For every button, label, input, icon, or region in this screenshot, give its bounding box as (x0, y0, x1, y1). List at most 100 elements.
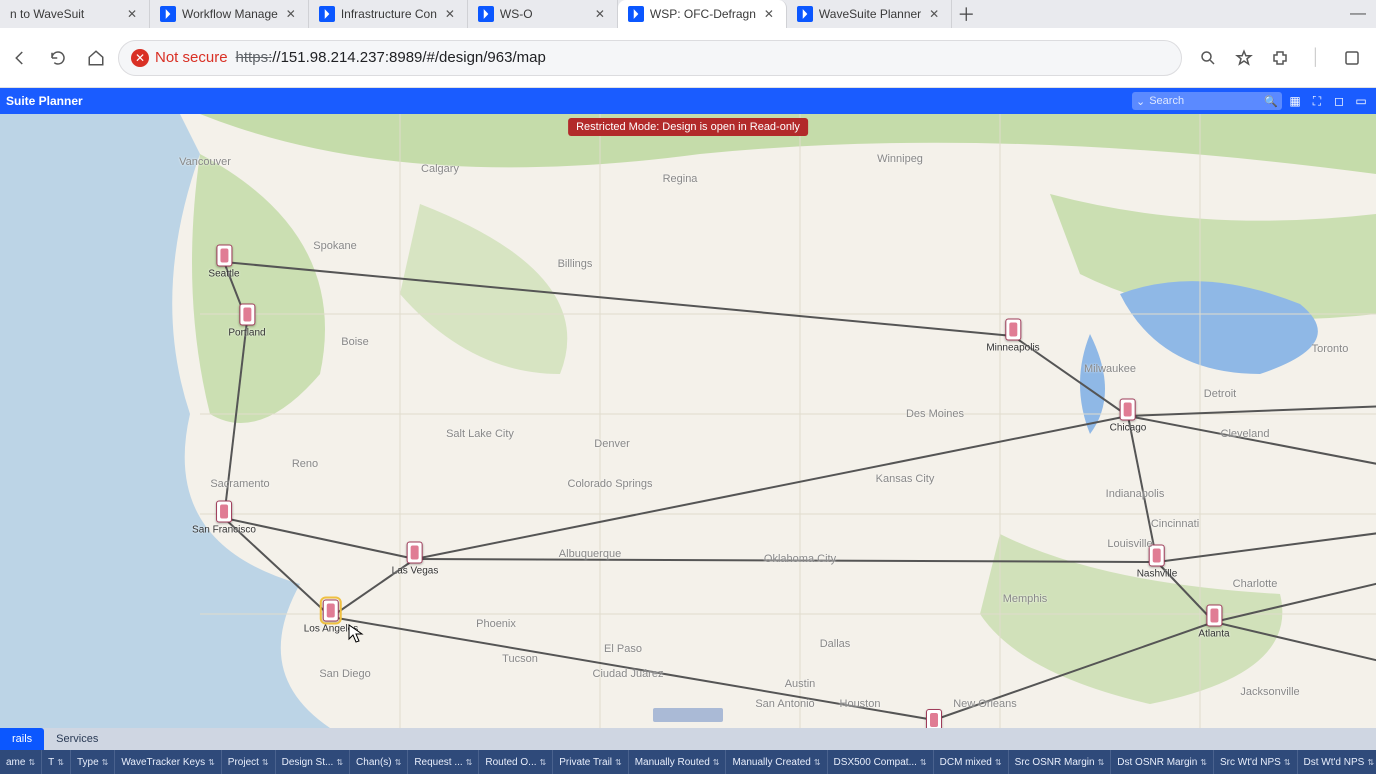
sort-icon: ⇅ (336, 758, 343, 767)
network-node-nashville[interactable]: Nashville (1137, 545, 1178, 580)
column-label: Manually Created (732, 757, 810, 768)
node-icon (216, 245, 232, 267)
url-text: https://151.98.214.237:8989/#/design/963… (236, 49, 546, 66)
column-header[interactable]: Routed O...⇅ (479, 750, 553, 774)
column-header[interactable]: Src Wt'd NPS⇅ (1214, 750, 1298, 774)
column-header[interactable]: DCM mixed⇅ (934, 750, 1009, 774)
close-icon[interactable]: ✕ (593, 7, 607, 21)
node-label: Los Angeles (304, 624, 359, 635)
expand-icon[interactable]: ⛶ (1308, 92, 1326, 110)
back-button[interactable] (4, 42, 36, 74)
browser-tab[interactable]: n to WaveSuit✕ (0, 0, 150, 28)
browser-toolbar: ✕ Not secure https://151.98.214.237:8989… (0, 28, 1376, 88)
column-header[interactable]: Chan(s)⇅ (350, 750, 408, 774)
refresh-button[interactable] (42, 42, 74, 74)
network-node-houston[interactable] (926, 709, 942, 728)
close-icon[interactable]: ✕ (443, 7, 457, 21)
network-node-sanfrancisco[interactable]: San Francisco (192, 501, 256, 536)
panel-tab-rails[interactable]: rails (0, 728, 44, 750)
network-node-seattle[interactable]: Seattle (208, 245, 239, 280)
column-header[interactable]: Project⇅ (222, 750, 276, 774)
address-bar[interactable]: ✕ Not secure https://151.98.214.237:8989… (118, 40, 1182, 76)
network-node-minneapolis[interactable]: Minneapolis (986, 319, 1039, 354)
browser-tab[interactable]: WSP: OFC-Defragn✕ (618, 0, 787, 28)
node-label: Minneapolis (986, 343, 1039, 354)
node-label: Atlanta (1198, 629, 1229, 640)
network-node-lasvegas[interactable]: Las Vegas (392, 542, 439, 577)
column-header[interactable]: Private Trail⇅ (553, 750, 629, 774)
close-icon[interactable]: ✕ (125, 7, 139, 21)
node-icon (1206, 605, 1222, 627)
network-node-chicago[interactable]: Chicago (1110, 399, 1147, 434)
column-header[interactable]: Request ... ⇅ (408, 750, 479, 774)
column-header[interactable]: Manually Created ⇅ (726, 750, 827, 774)
tab-favicon (797, 6, 813, 22)
column-label: Type (77, 757, 99, 768)
divider: │ (1300, 42, 1332, 74)
network-node-losangeles[interactable]: Los Angeles (304, 600, 359, 635)
node-icon (1005, 319, 1021, 341)
column-header[interactable]: Manually Routed⇅ (629, 750, 727, 774)
panel-icon[interactable]: ▭ (1352, 92, 1370, 110)
home-button[interactable] (80, 42, 112, 74)
browser-tab[interactable]: WaveSuite Planner✕ (787, 0, 952, 28)
column-label: DCM mixed (940, 757, 992, 768)
close-icon[interactable]: ✕ (284, 7, 298, 21)
tab-favicon (628, 6, 644, 22)
column-header[interactable]: T⇅ (42, 750, 71, 774)
column-label: Request ... (414, 757, 462, 768)
sort-icon: ⇅ (540, 758, 547, 767)
panel-tabs: railsServices (0, 728, 1376, 750)
node-icon (323, 600, 339, 622)
column-header[interactable]: DSX500 Compat...⇅ (828, 750, 934, 774)
extensions-icon[interactable] (1264, 42, 1296, 74)
sort-icon: ⇅ (466, 758, 473, 767)
column-label: Src OSNR Margin (1015, 757, 1095, 768)
app-search-input[interactable]: ⌄ Search 🔍 (1132, 92, 1282, 110)
profile-icon[interactable] (1336, 42, 1368, 74)
browser-tab[interactable]: Infrastructure Con✕ (309, 0, 468, 28)
close-icon[interactable]: ✕ (927, 7, 941, 21)
node-label: Las Vegas (392, 566, 439, 577)
fullscreen-icon[interactable]: ◻ (1330, 92, 1348, 110)
column-header[interactable]: ame⇅ (0, 750, 42, 774)
column-header[interactable]: WaveTracker Keys⇅ (115, 750, 221, 774)
panel-tab-services[interactable]: Services (44, 728, 110, 750)
browser-tab[interactable]: WS-O✕ (468, 0, 618, 28)
column-label: T (48, 757, 54, 768)
window-minimize-icon[interactable]: — (1340, 0, 1376, 28)
bookmark-star-icon[interactable] (1228, 42, 1260, 74)
tab-favicon (319, 6, 335, 22)
network-node-atlanta[interactable]: Atlanta (1198, 605, 1229, 640)
node-icon (239, 304, 255, 326)
new-tab-button[interactable]: ＋ (952, 0, 980, 28)
browser-tab[interactable]: Workflow Manage✕ (150, 0, 309, 28)
column-header[interactable]: Design St...⇅ (276, 750, 350, 774)
zoom-icon[interactable] (1192, 42, 1224, 74)
network-node-portland[interactable]: Portland (228, 304, 265, 339)
sort-icon: ⇅ (1367, 758, 1374, 767)
browser-tabstrip: n to WaveSuit✕Workflow Manage✕Infrastruc… (0, 0, 1376, 28)
column-label: Src Wt'd NPS (1220, 757, 1281, 768)
grid-view-icon[interactable]: ▦ (1286, 92, 1304, 110)
column-label: DSX500 Compat... (834, 757, 917, 768)
map-svg (0, 114, 1376, 728)
column-header[interactable]: Src OSNR Margin⇅ (1009, 750, 1112, 774)
column-label: Dst Wt'd NPS (1304, 757, 1365, 768)
sort-icon: ⇅ (262, 758, 269, 767)
sort-icon: ⇅ (995, 758, 1002, 767)
security-indicator[interactable]: ✕ Not secure (131, 49, 228, 67)
node-label: Nashville (1137, 569, 1178, 580)
column-header[interactable]: Type⇅ (71, 750, 115, 774)
close-icon[interactable]: ✕ (762, 7, 776, 21)
app-header: Suite Planner ⌄ Search 🔍 ▦ ⛶ ◻ ▭ (0, 88, 1376, 114)
column-label: ame (6, 757, 25, 768)
node-label: Seattle (208, 269, 239, 280)
map-canvas[interactable]: Restricted Mode: Design is open in Read-… (0, 114, 1376, 728)
sort-icon: ⇅ (814, 758, 821, 767)
sort-icon: ⇅ (102, 758, 109, 767)
node-icon (926, 709, 942, 728)
node-icon (1120, 399, 1136, 421)
column-header[interactable]: Dst OSNR Margin⇅ (1111, 750, 1214, 774)
column-header[interactable]: Dst Wt'd NPS⇅ (1298, 750, 1376, 774)
